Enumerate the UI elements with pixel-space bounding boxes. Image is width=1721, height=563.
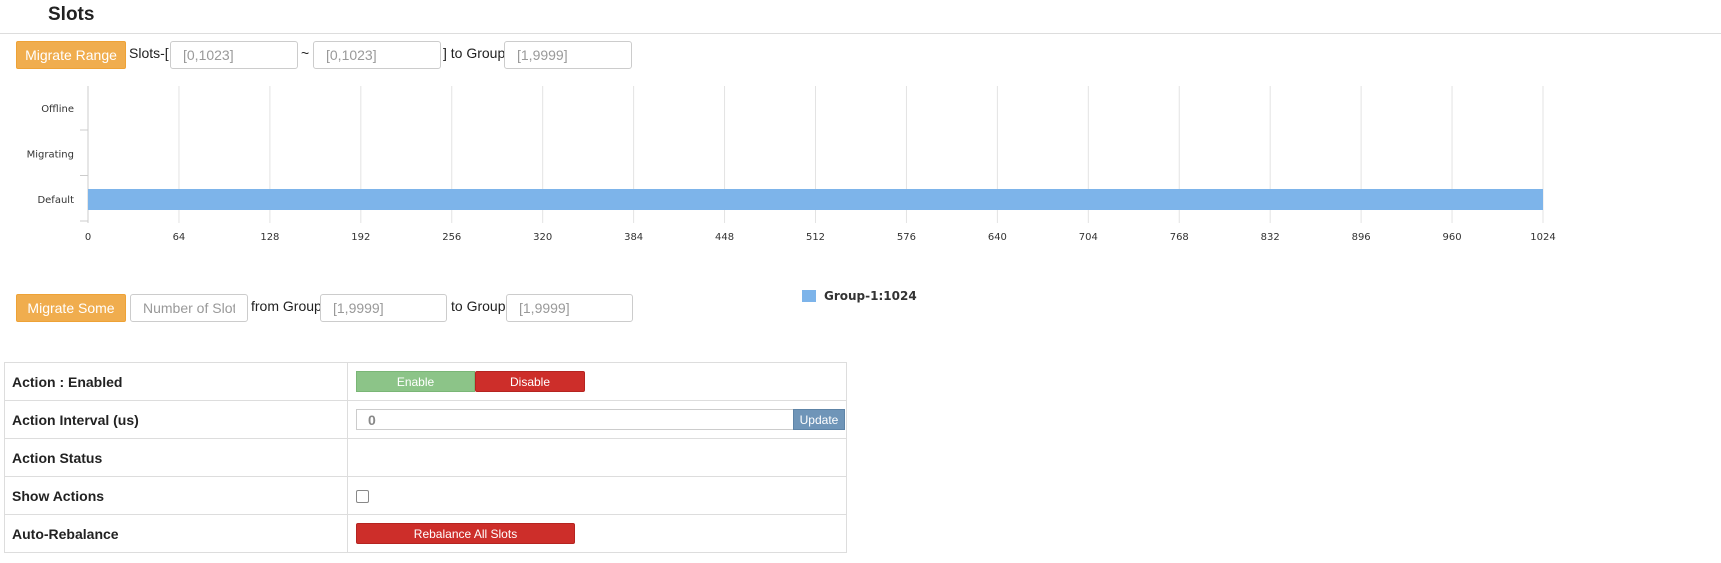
show-actions-label: Show Actions (4, 476, 348, 515)
number-of-slots-input[interactable] (130, 294, 248, 322)
x-tick-label: 192 (351, 232, 370, 243)
rebalance-all-slots-button[interactable]: Rebalance All Slots (356, 523, 575, 544)
disable-button[interactable]: Disable (475, 371, 585, 392)
status-row: Action Status (4, 438, 847, 477)
status-value (347, 438, 847, 477)
auto-rebalance-label: Auto-Rebalance (4, 514, 348, 553)
chart-legend: Group-1:1024 (802, 289, 917, 303)
y-category-label: Offline (41, 104, 74, 115)
x-tick-label: 512 (806, 232, 825, 243)
x-tick-label: 896 (1352, 232, 1371, 243)
x-tick-label: 576 (897, 232, 916, 243)
enable-button[interactable]: Enable (356, 371, 475, 392)
to-group-label-2: to Group (451, 298, 506, 314)
x-tick-label: 384 (624, 232, 643, 243)
migrate-some-button[interactable]: Migrate Some (16, 294, 126, 322)
y-category-label: Migrating (27, 150, 74, 161)
legend-label: Group-1:1024 (824, 289, 917, 303)
x-tick-label: 320 (533, 232, 552, 243)
slots-chart-svg: 0 64 128 192 256 320 384 448 512 576 640 704 768 832 8… (27, 86, 1556, 243)
action-controls: Enable Disable (347, 362, 847, 401)
from-group-input[interactable] (320, 294, 447, 322)
interval-input[interactable] (356, 409, 793, 430)
slots-chart: 0 64 128 192 256 320 384 448 512 576 640 704 768 832 8… (0, 86, 1721, 306)
x-tick-label: 704 (1079, 232, 1098, 243)
action-label: Action : Enabled (4, 362, 348, 401)
slots-prefix-label: Slots-[ (129, 45, 169, 61)
auto-rebalance-row: Auto-Rebalance Rebalance All Slots (4, 514, 847, 553)
show-actions-checkbox[interactable] (356, 490, 369, 504)
x-tick-label: 960 (1443, 232, 1462, 243)
x-tick-label: 448 (715, 232, 734, 243)
interval-row: Action Interval (us) Update (4, 400, 847, 439)
range-separator-label: ~ (301, 45, 310, 61)
interval-label: Action Interval (us) (4, 400, 348, 439)
target-group-input[interactable] (504, 41, 632, 69)
x-tick-label: 768 (1170, 232, 1189, 243)
action-row: Action : Enabled Enable Disable (4, 362, 847, 401)
interval-control: Update (356, 409, 846, 430)
settings-table: Action : Enabled Enable Disable Action In… (4, 362, 847, 553)
slot-from-input[interactable] (170, 41, 298, 69)
from-group-label: from Group (251, 298, 322, 314)
status-label: Action Status (4, 438, 348, 477)
to-group-label: ] to Group (443, 45, 506, 61)
x-tick-label: 0 (85, 232, 91, 243)
show-actions-row: Show Actions (4, 476, 847, 515)
slot-to-input[interactable] (313, 41, 441, 69)
migrate-range-button[interactable]: Migrate Range (16, 41, 126, 69)
x-tick-label: 1024 (1530, 232, 1555, 243)
to-group-input[interactable] (506, 294, 633, 322)
x-tick-label: 64 (173, 232, 186, 243)
legend-swatch (802, 290, 816, 302)
page-title: Slots (48, 4, 95, 25)
update-button[interactable]: Update (793, 409, 845, 430)
x-tick-label: 832 (1261, 232, 1280, 243)
title-divider (0, 33, 1721, 34)
x-tick-label: 640 (988, 232, 1007, 243)
y-category-label: Default (37, 195, 74, 206)
x-tick-label: 256 (442, 232, 461, 243)
x-tick-label: 128 (260, 232, 279, 243)
slot-bar (88, 189, 1543, 210)
